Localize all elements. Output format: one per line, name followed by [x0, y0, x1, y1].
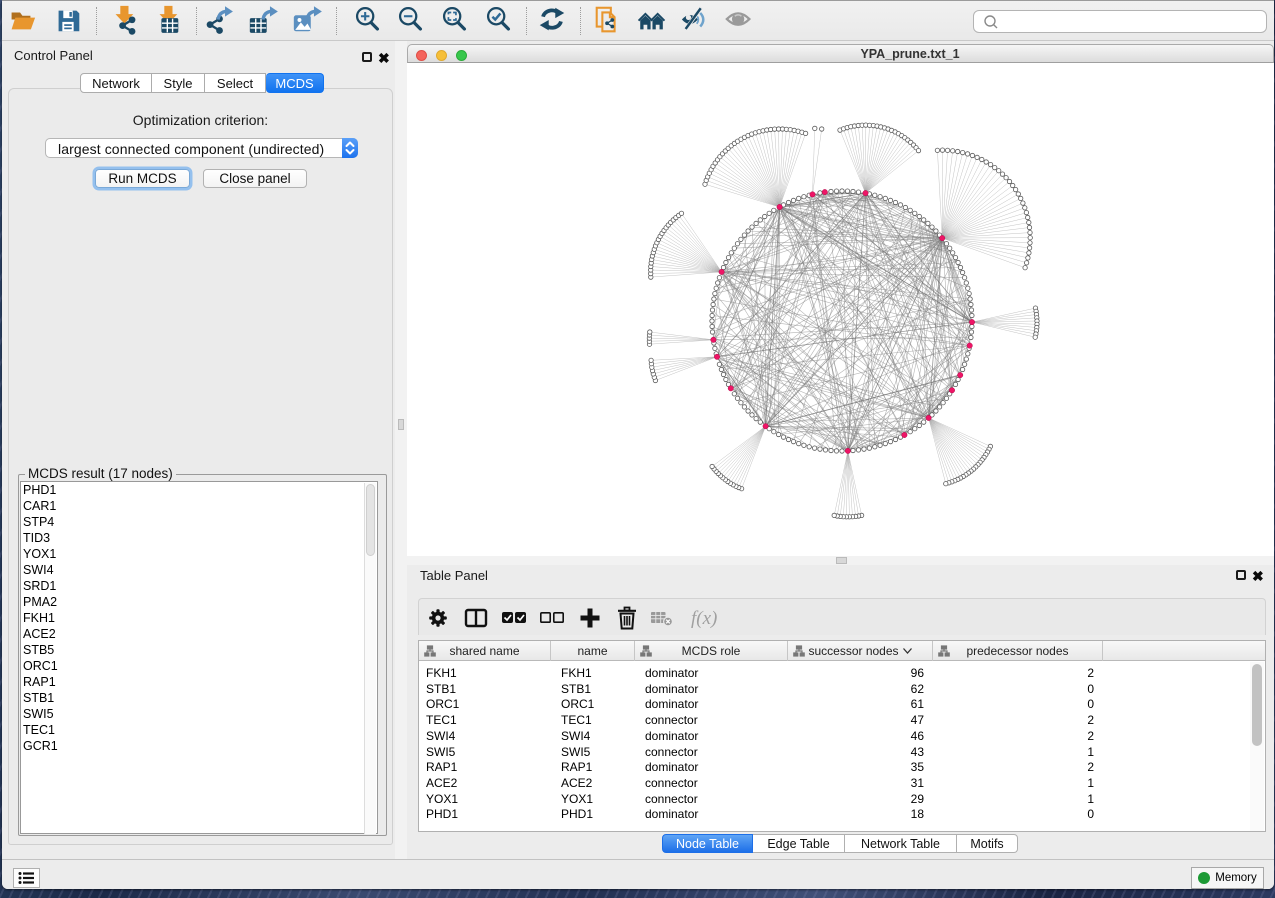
svg-text:f(x): f(x): [691, 608, 717, 629]
